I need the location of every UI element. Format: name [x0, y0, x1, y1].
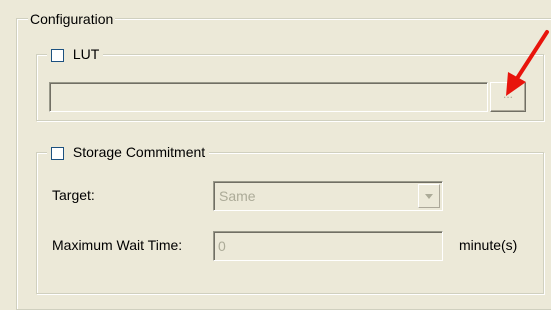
target-label: Target:: [52, 187, 95, 203]
lut-path-field[interactable]: [49, 82, 488, 112]
max-wait-time-input[interactable]: 0: [213, 231, 443, 261]
max-wait-time-label: Maximum Wait Time:: [52, 237, 183, 253]
storage-commitment-checkbox[interactable]: [51, 146, 64, 160]
storage-commitment-group: [36, 152, 544, 294]
max-wait-time-value: 0: [218, 238, 226, 254]
lut-label: LUT: [72, 46, 100, 62]
storage-commitment-group-header: Storage Commitment: [47, 143, 210, 161]
target-select[interactable]: Same: [213, 181, 443, 211]
storage-commitment-label: Storage Commitment: [72, 144, 206, 160]
target-select-value: Same: [219, 188, 256, 204]
lut-group-header: LUT: [47, 45, 104, 63]
annotation-arrow-icon: [506, 30, 549, 96]
minutes-unit-label: minute(s): [459, 237, 518, 253]
configuration-group-title: Configuration: [28, 10, 116, 28]
lut-checkbox[interactable]: [51, 48, 64, 62]
dropdown-arrow-icon[interactable]: [418, 184, 440, 208]
